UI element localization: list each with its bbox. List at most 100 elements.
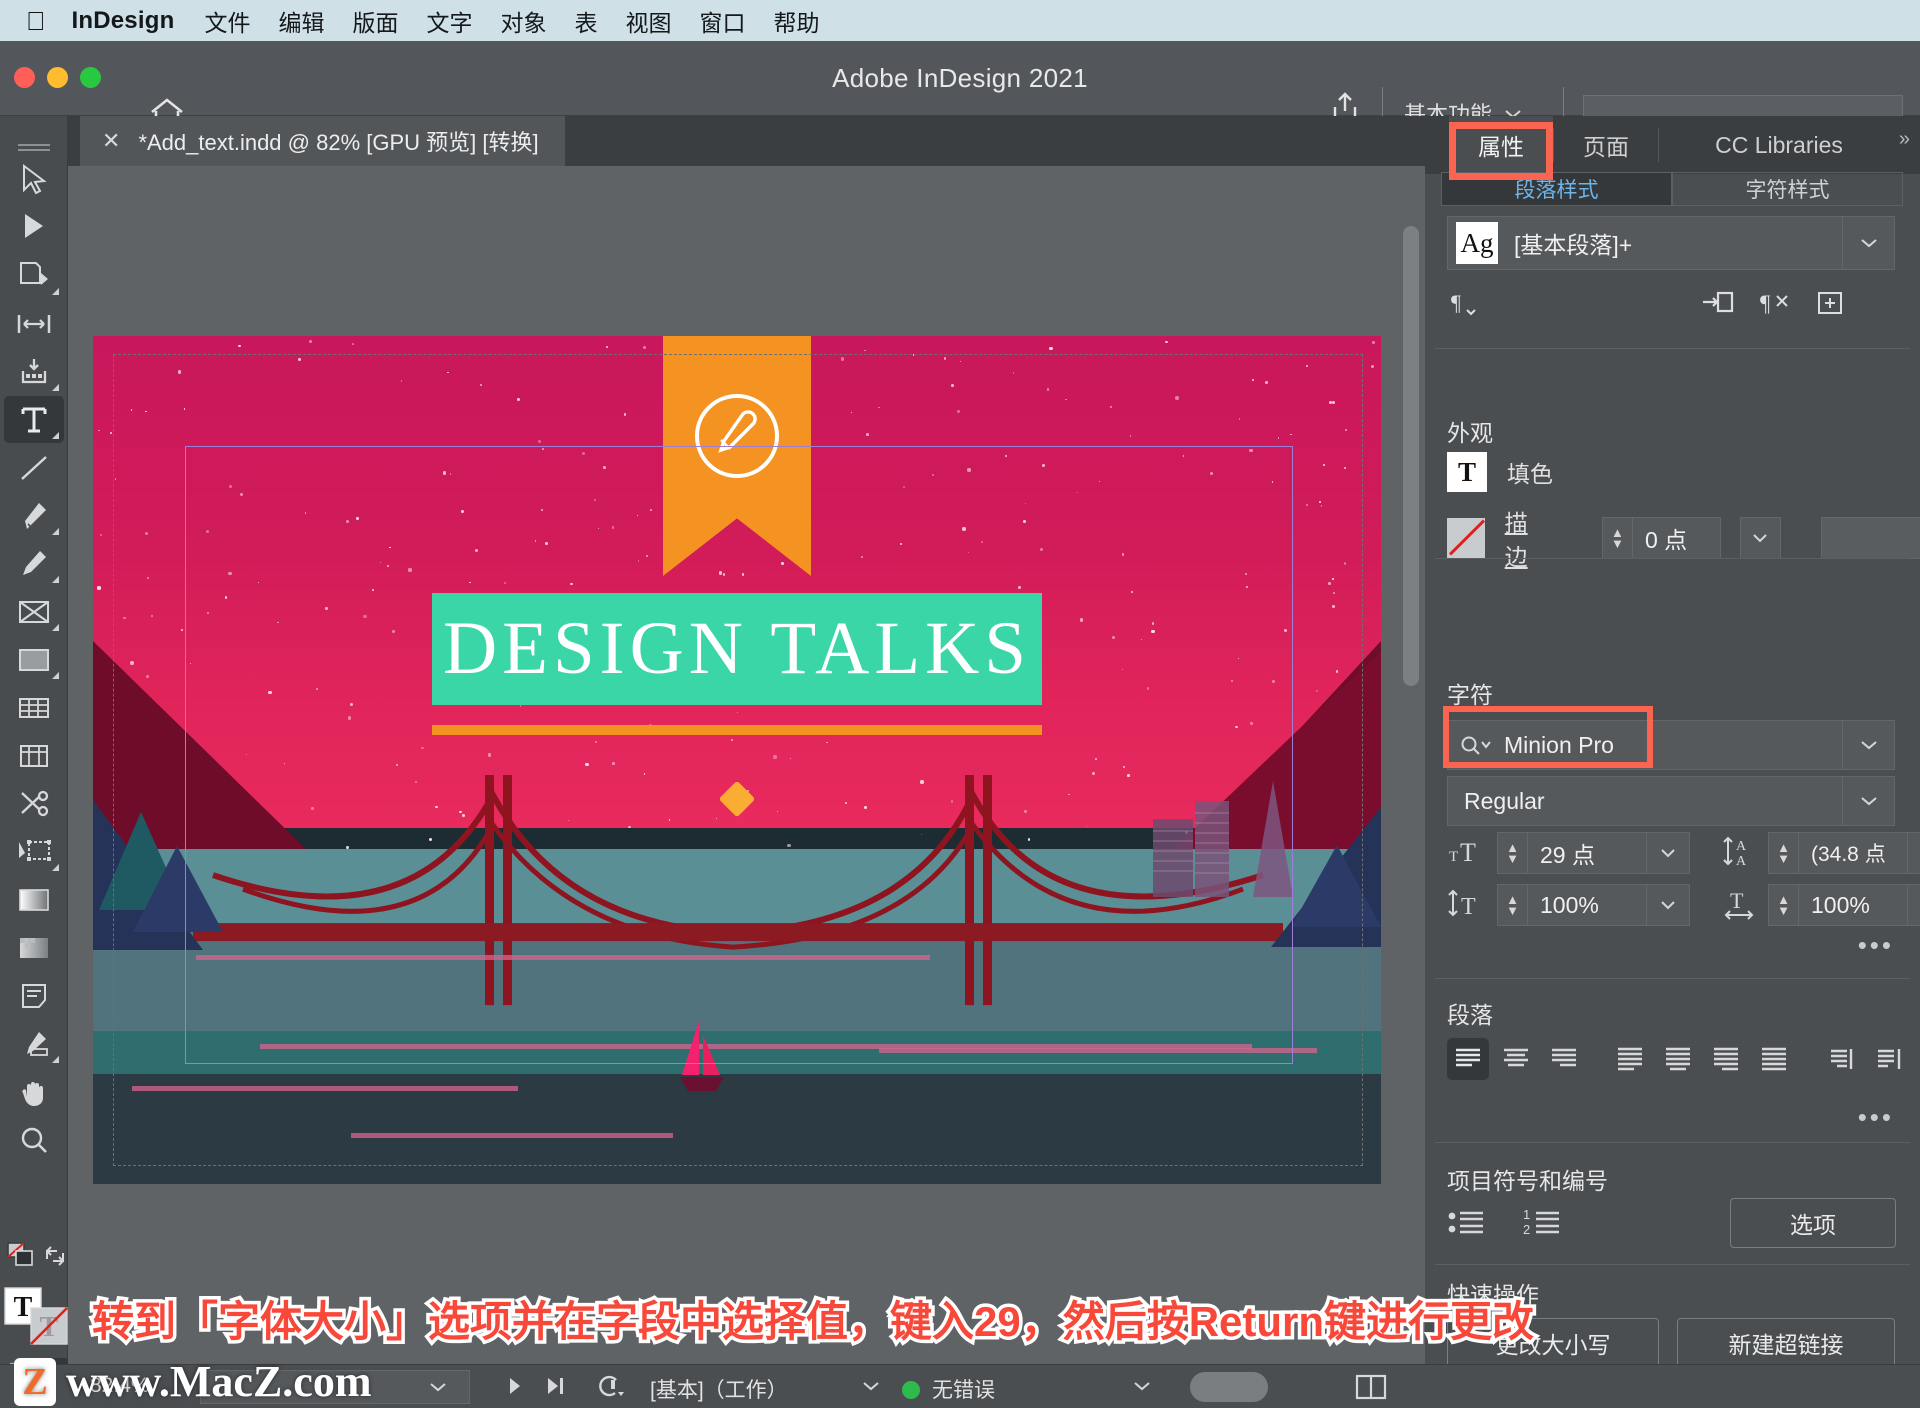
justify-last-left-button[interactable] <box>1609 1038 1651 1080</box>
numbered-list-icon[interactable]: 12 <box>1523 1206 1565 1245</box>
tool-content-collector[interactable] <box>4 348 64 395</box>
tool-page[interactable] <box>4 252 64 299</box>
tool-eyedropper[interactable] <box>4 1020 64 1067</box>
menu-item-window[interactable]: 窗口 <box>699 4 745 38</box>
horizontal-scale-dropdown[interactable] <box>1907 884 1920 926</box>
menu-item-edit[interactable]: 编辑 <box>278 4 324 38</box>
justify-last-center-button[interactable] <box>1657 1038 1699 1080</box>
vertical-scale-stepper[interactable]: ▲ ▼ 100% <box>1497 884 1647 926</box>
justify-all-button[interactable] <box>1753 1038 1795 1080</box>
next-page-icon[interactable] <box>504 1374 526 1404</box>
align-toward-spine-button[interactable] <box>1819 1038 1861 1080</box>
tool-note[interactable] <box>4 972 64 1019</box>
search-dropdown-icon[interactable] <box>1460 734 1494 756</box>
tool-pencil[interactable] <box>4 540 64 587</box>
chevron-down-icon[interactable] <box>1842 777 1894 825</box>
menu-item-help[interactable]: 帮助 <box>773 4 819 38</box>
preflight-profile-dropdown[interactable] <box>862 1374 880 1398</box>
stepper-arrows-icon[interactable]: ▲ ▼ <box>1603 518 1633 558</box>
default-fill-stroke-icon[interactable] <box>6 1241 40 1276</box>
align-left-button[interactable] <box>1447 1038 1489 1080</box>
menu-item-view[interactable]: 视图 <box>625 4 671 38</box>
leading-stepper[interactable]: ▲ ▼ (34.8 点 <box>1768 832 1908 874</box>
tool-gap[interactable] <box>4 300 64 347</box>
font-style-field[interactable]: Regular <box>1447 776 1895 826</box>
stroke-weight-dropdown[interactable] <box>1739 517 1782 559</box>
document-tab[interactable]: ✕ *Add_text.indd @ 82% [GPU 预览] [转换] <box>80 116 565 166</box>
menu-item-type[interactable]: 文字 <box>426 4 472 38</box>
pilcrow-dropdown-icon[interactable]: ¶ <box>1447 286 1481 325</box>
menu-item-file[interactable]: 文件 <box>204 4 250 38</box>
character-styles-toggle[interactable]: 字符样式 <box>1672 172 1903 206</box>
tool-gradient-feather[interactable] <box>4 924 64 971</box>
stroke-type-dropdown[interactable] <box>1821 517 1920 559</box>
font-size-dropdown[interactable] <box>1646 832 1690 874</box>
last-page-icon[interactable] <box>544 1374 568 1404</box>
none-swatch-icon[interactable] <box>1447 518 1485 558</box>
close-icon[interactable]: ✕ <box>102 128 120 154</box>
menu-app-name[interactable]: InDesign <box>72 7 175 35</box>
stroke-row[interactable]: 描边 ▲ ▼ 0 点 <box>1447 504 1920 572</box>
fill-row[interactable]: T 填色 <box>1447 452 1553 492</box>
character-more-options-icon[interactable]: ••• <box>1858 930 1894 961</box>
poster-artwork[interactable]: DESIGN TALKS <box>93 336 1381 1184</box>
align-center-button[interactable] <box>1495 1038 1537 1080</box>
stroke-color-swatch[interactable]: T <box>30 1307 68 1350</box>
tool-free-transform[interactable] <box>4 828 64 875</box>
clear-overrides-icon[interactable]: ¶ <box>1757 286 1791 325</box>
stepper-arrows-icon[interactable]: ▲ ▼ <box>1769 885 1799 925</box>
tab-pages[interactable]: 页面 <box>1554 116 1658 174</box>
style-mode-toggle[interactable]: 段落样式 字符样式 <box>1441 172 1903 206</box>
tool-rectangle[interactable] <box>4 636 64 683</box>
swap-fill-stroke-icon[interactable] <box>44 1245 66 1272</box>
leading-dropdown[interactable] <box>1907 832 1920 874</box>
tab-cc-libraries[interactable]: CC Libraries <box>1659 116 1899 174</box>
tool-selection[interactable] <box>4 156 64 203</box>
menu-item-object[interactable]: 对象 <box>500 4 546 38</box>
tool-column[interactable] <box>4 732 64 779</box>
tool-zoom[interactable] <box>4 1116 64 1163</box>
document-canvas[interactable]: DESIGN TALKS <box>68 166 1425 1364</box>
chevron-double-right-icon[interactable]: » <box>1899 128 1910 151</box>
menu-item-layout[interactable]: 版面 <box>352 4 398 38</box>
new-hyperlink-button[interactable]: 新建超链接 <box>1677 1318 1895 1368</box>
tool-frame[interactable] <box>4 588 64 635</box>
apple-logo-icon[interactable]:  <box>26 8 46 34</box>
tool-type[interactable] <box>4 396 64 443</box>
zoom-dropdown[interactable] <box>408 1372 468 1402</box>
vertical-scale-dropdown[interactable] <box>1646 884 1690 926</box>
stroke-label[interactable]: 描边 <box>1505 504 1548 572</box>
justify-last-right-button[interactable] <box>1705 1038 1747 1080</box>
stroke-weight-stepper[interactable]: ▲ ▼ 0 点 <box>1601 517 1721 559</box>
tool-pen[interactable] <box>4 492 64 539</box>
tool-direct-selection[interactable] <box>4 204 64 251</box>
tool-table[interactable] <box>4 684 64 731</box>
chevron-down-icon[interactable] <box>1842 721 1894 769</box>
chevron-down-icon[interactable] <box>1842 217 1894 269</box>
text-fill-swatch-icon[interactable]: T <box>1447 452 1487 492</box>
align-right-button[interactable] <box>1543 1038 1585 1080</box>
canvas-scrollbar[interactable] <box>1403 226 1419 686</box>
status-dropdown[interactable] <box>1133 1374 1151 1398</box>
paragraph-style-field[interactable]: Ag [基本段落]+ <box>1447 216 1895 270</box>
paragraph-styles-toggle[interactable]: 段落样式 <box>1441 172 1672 206</box>
align-away-from-spine-button[interactable] <box>1867 1038 1909 1080</box>
tool-line[interactable] <box>4 444 64 491</box>
font-size-stepper[interactable]: ▲ ▼ 29 点 <box>1497 832 1647 874</box>
preflight-icon[interactable] <box>594 1374 624 1406</box>
text-frame-guide[interactable] <box>185 446 1293 1064</box>
tool-scissors[interactable] <box>4 780 64 827</box>
paragraph-more-options-icon[interactable]: ••• <box>1858 1102 1894 1133</box>
tool-gradient-swatch[interactable] <box>4 876 64 923</box>
bullets-options-button[interactable]: 选项 <box>1730 1198 1896 1248</box>
font-family-field[interactable]: Minion Pro <box>1447 720 1895 770</box>
tab-properties[interactable]: 属性 <box>1449 116 1553 174</box>
tool-hand[interactable] <box>4 1068 64 1115</box>
new-style-icon[interactable] <box>1813 286 1847 325</box>
bulleted-list-icon[interactable] <box>1447 1206 1489 1245</box>
stepper-arrows-icon[interactable]: ▲ ▼ <box>1498 833 1528 873</box>
page-layout-icon[interactable] <box>1355 1374 1387 1406</box>
stepper-arrows-icon[interactable]: ▲ ▼ <box>1769 833 1799 873</box>
menu-item-table[interactable]: 表 <box>574 4 597 38</box>
horizontal-scale-stepper[interactable]: ▲ ▼ 100% <box>1768 884 1908 926</box>
